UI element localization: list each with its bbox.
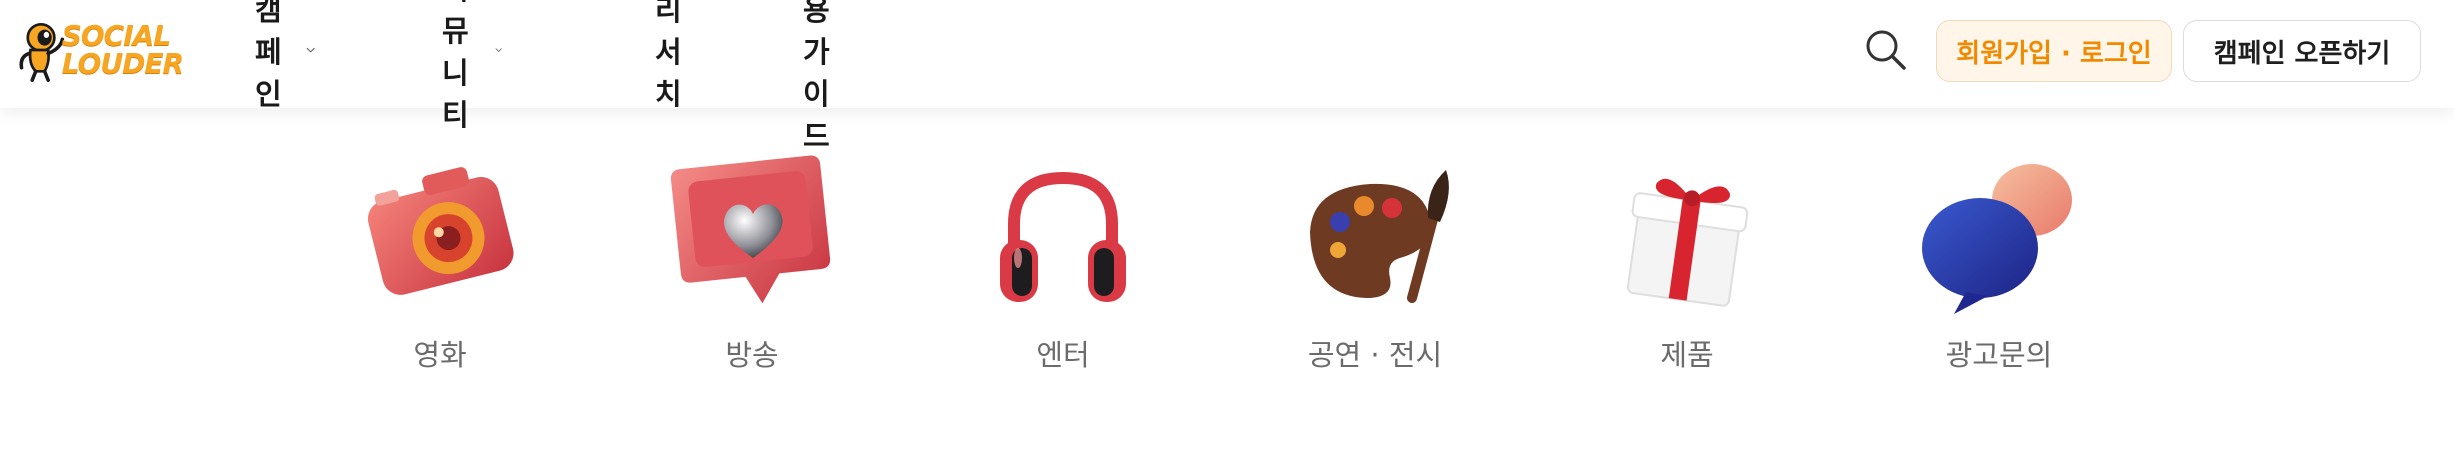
chevron-down-icon	[306, 47, 316, 53]
category-performance-exhibition[interactable]: 공연 · 전시	[1260, 148, 1490, 388]
logo[interactable]: SOCIAL LOUDER	[18, 14, 184, 86]
category-label: 제품	[1660, 338, 1714, 372]
nav-item-label: 캠페인	[255, 0, 282, 111]
open-campaign-button[interactable]: 캠페인 오픈하기	[2183, 20, 2421, 82]
search-button[interactable]	[1862, 26, 1910, 74]
gift-icon	[1626, 178, 1749, 307]
category-label: 엔터	[1036, 338, 1090, 372]
logo-wordmark: SOCIAL LOUDER	[61, 19, 184, 80]
nav-item-label: 이용가이드	[803, 0, 830, 153]
nav-item-label: 리서치	[655, 0, 682, 111]
category-movie[interactable]: 영화	[325, 148, 555, 388]
signup-login-button[interactable]: 회원가입 · 로그인	[1936, 20, 2172, 82]
category-entertainment[interactable]: 엔터	[948, 148, 1178, 388]
category-ad-inquiry[interactable]: 광고문의	[1884, 148, 2114, 388]
palette-icon	[1310, 170, 1449, 303]
nav-item-campaign[interactable]: 캠페인	[255, 0, 316, 111]
category-label: 광고문의	[1945, 338, 2053, 372]
category-label: 공연 · 전시	[1307, 338, 1443, 372]
search-icon	[1866, 30, 1906, 70]
chat-bubbles-icon	[1922, 164, 2072, 314]
chevron-down-icon	[495, 48, 503, 52]
site-header: SOCIAL LOUDER 캠페인 커뮤니티 리서치 이용가이드	[0, 0, 2454, 153]
headphones-icon	[1000, 171, 1126, 302]
astronaut-mascot-icon	[19, 22, 65, 82]
nav-item-guide[interactable]: 이용가이드	[803, 0, 830, 153]
category-product[interactable]: 제품	[1572, 148, 1802, 388]
page: SOCIAL LOUDER 캠페인 커뮤니티 리서치 이용가이드	[0, 0, 2454, 454]
category-label: 영화	[413, 338, 467, 372]
camera-icon	[367, 167, 514, 295]
category-label: 방송	[725, 338, 779, 372]
nav-item-label: 커뮤니티	[442, 0, 469, 132]
nav-item-community[interactable]: 커뮤니티	[442, 0, 503, 132]
heart-notification-icon	[670, 155, 831, 304]
category-broadcast[interactable]: 방송	[637, 148, 867, 388]
nav-item-research[interactable]: 리서치	[655, 0, 682, 111]
